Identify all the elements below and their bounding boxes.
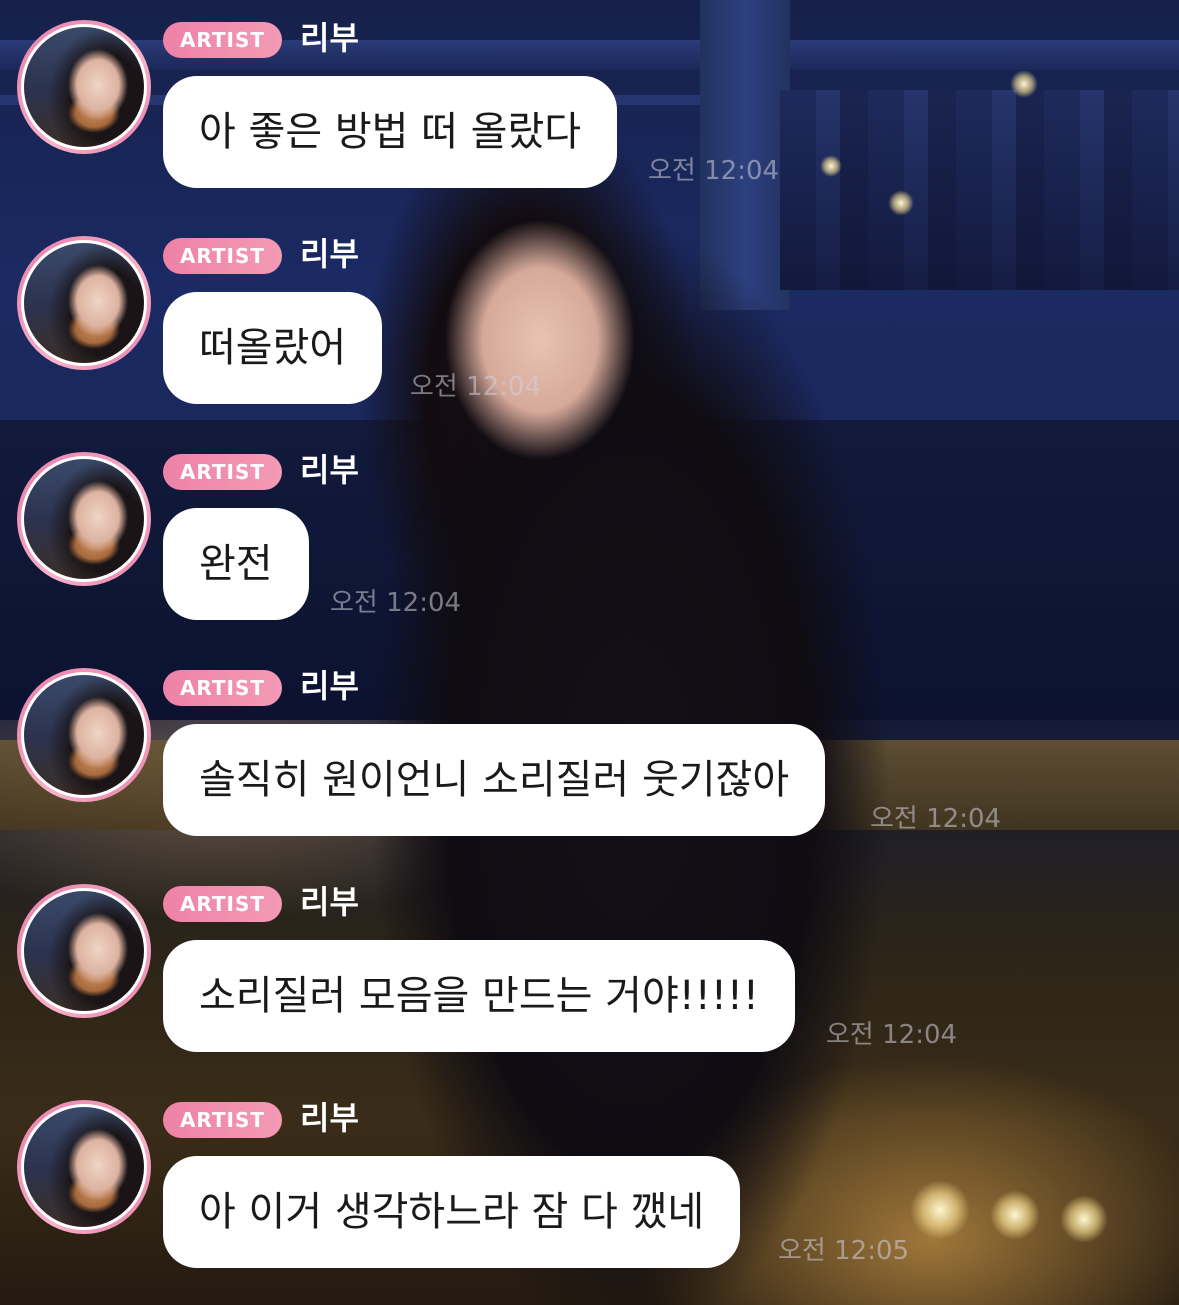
artist-badge: ARTIST bbox=[163, 886, 282, 922]
avatar-image bbox=[21, 888, 147, 1014]
chat-message: ARTIST 리부 솔직히 원이언니 소리질러 웃기잖아 오전 12:04 bbox=[0, 648, 1179, 864]
avatar[interactable] bbox=[17, 452, 151, 586]
avatar-image bbox=[21, 240, 147, 366]
chat-message: ARTIST 리부 떠올랐어 오전 12:04 bbox=[0, 216, 1179, 432]
avatar[interactable] bbox=[17, 20, 151, 154]
chat-list[interactable]: ARTIST 리부 아 좋은 방법 떠 올랐다 오전 12:04 ARTIST … bbox=[0, 0, 1179, 1305]
avatar[interactable] bbox=[17, 236, 151, 370]
sender-name: 리부 bbox=[300, 235, 359, 273]
artist-badge: ARTIST bbox=[163, 454, 282, 490]
avatar[interactable] bbox=[17, 668, 151, 802]
chat-message: ARTIST 리부 아 이거 생각하느라 잠 다 깼네 오전 12:05 bbox=[0, 1080, 1179, 1296]
message-timestamp: 오전 12:04 bbox=[826, 1020, 958, 1050]
message-bubble[interactable]: 솔직히 원이언니 소리질러 웃기잖아 bbox=[163, 724, 826, 836]
chat-message: ARTIST 리부 소리질러 모음을 만드는 거야!!!!! 오전 12:04 bbox=[0, 864, 1179, 1080]
message-bubble[interactable]: 떠올랐어 bbox=[163, 292, 383, 404]
message-timestamp: 오전 12:05 bbox=[778, 1236, 910, 1266]
avatar-image bbox=[21, 672, 147, 798]
sender-name: 리부 bbox=[300, 19, 359, 57]
message-bubble[interactable]: 소리질러 모음을 만드는 거야!!!!! bbox=[163, 940, 795, 1052]
avatar-image bbox=[21, 456, 147, 582]
artist-badge: ARTIST bbox=[163, 238, 282, 274]
sender-name: 리부 bbox=[300, 667, 359, 705]
message-bubble[interactable]: 완전 bbox=[163, 508, 309, 620]
message-bubble[interactable]: 아 이거 생각하느라 잠 다 깼네 bbox=[163, 1156, 741, 1268]
sender-name: 리부 bbox=[300, 1099, 359, 1137]
artist-badge: ARTIST bbox=[163, 670, 282, 706]
message-timestamp: 오전 12:04 bbox=[870, 804, 1002, 834]
message-timestamp: 오전 12:04 bbox=[648, 156, 780, 186]
avatar-image bbox=[21, 24, 147, 150]
avatar[interactable] bbox=[17, 1100, 151, 1234]
message-timestamp: 오전 12:04 bbox=[410, 372, 542, 402]
artist-badge: ARTIST bbox=[163, 1102, 282, 1138]
chat-message: ARTIST 리부 완전 오전 12:04 bbox=[0, 432, 1179, 648]
message-timestamp: 오전 12:04 bbox=[330, 588, 462, 618]
avatar[interactable] bbox=[17, 884, 151, 1018]
sender-name: 리부 bbox=[300, 883, 359, 921]
avatar-image bbox=[21, 1104, 147, 1230]
artist-badge: ARTIST bbox=[163, 22, 282, 58]
chat-message: ARTIST 리부 아 좋은 방법 떠 올랐다 오전 12:04 bbox=[0, 0, 1179, 216]
sender-name: 리부 bbox=[300, 451, 359, 489]
message-bubble[interactable]: 아 좋은 방법 떠 올랐다 bbox=[163, 76, 618, 188]
